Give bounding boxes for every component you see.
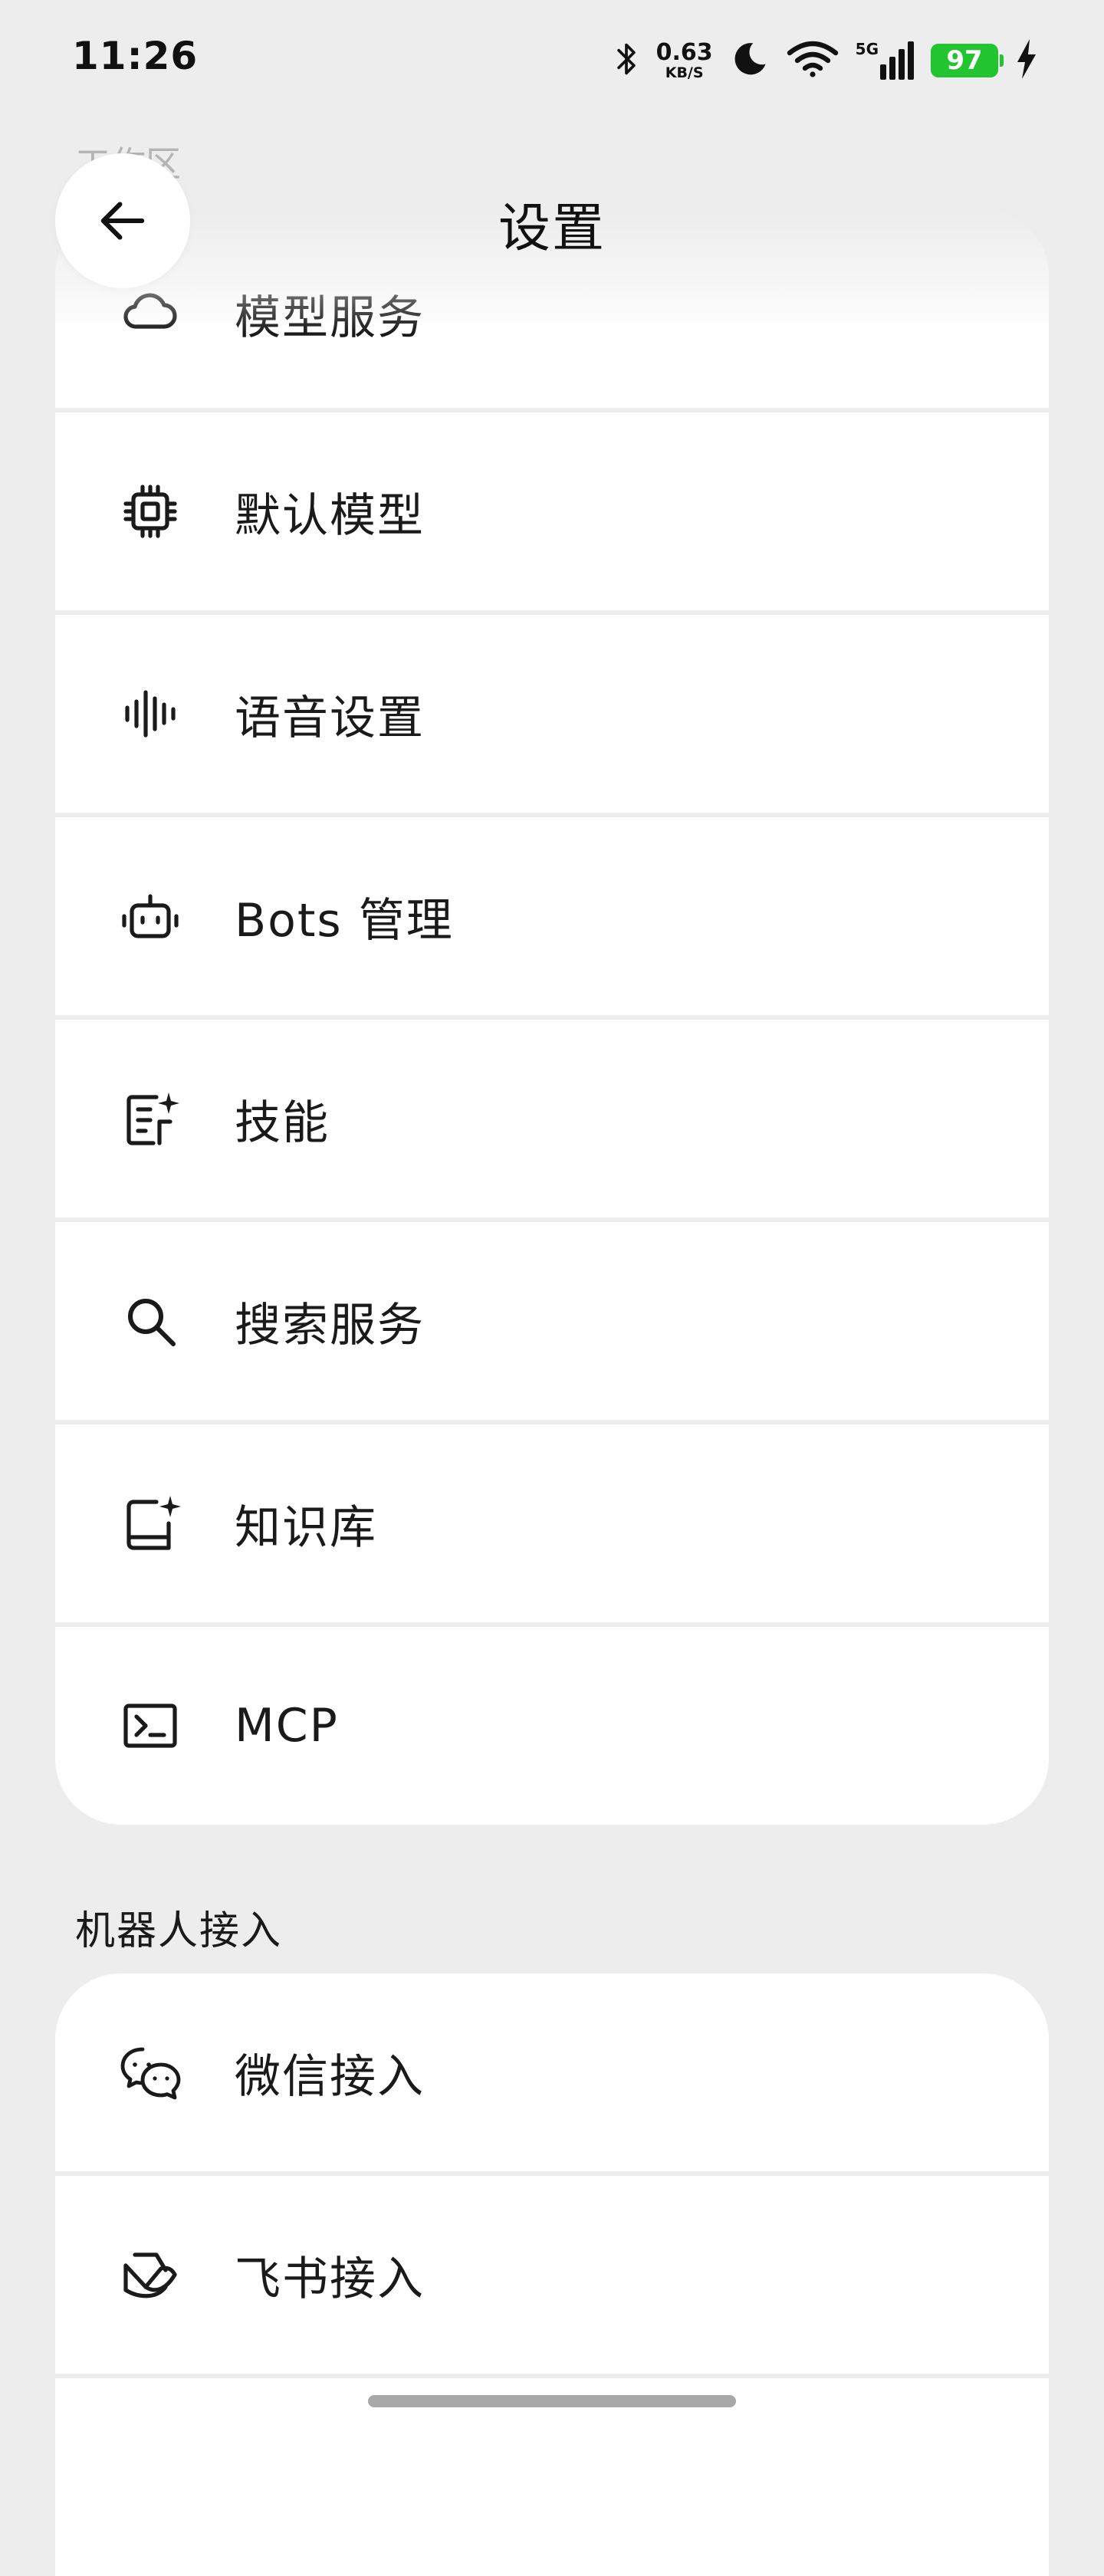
section-title-bot-integration: 机器人接入	[75, 1908, 283, 1954]
search-icon	[120, 1290, 181, 1352]
settings-item-wechat[interactable]: 微信接入	[55, 1973, 1049, 2171]
charging-bolt-icon	[1015, 39, 1038, 82]
settings-item-label: MCP	[235, 1699, 339, 1753]
audio-wave-icon	[120, 683, 181, 744]
settings-item-label: 微信接入	[235, 2049, 425, 2104]
status-icons: 0.63 KB/S 5G 97	[613, 37, 1038, 84]
settings-item-feishu[interactable]: 飞书接入	[55, 2176, 1049, 2374]
settings-item-voice[interactable]: 语音设置	[55, 615, 1049, 813]
chip-icon	[120, 481, 181, 542]
do-not-disturb-moon-icon	[730, 39, 770, 82]
settings-item-label: 模型服务	[235, 291, 425, 345]
settings-item-label: 默认模型	[235, 488, 425, 543]
bot-integration-card: 微信接入 飞书接入	[55, 1973, 1049, 2576]
settings-item-partial[interactable]	[55, 2378, 1049, 2576]
battery-indicator: 97	[931, 44, 1004, 77]
settings-card: 模型服务 默认模型 语音设置 Bots 管理 技能 搜索服务 知识库 MCP	[55, 210, 1049, 1825]
knowledge-book-icon	[120, 1493, 181, 1554]
terminal-icon	[120, 1695, 181, 1756]
wechat-icon	[120, 2042, 181, 2103]
arrow-left-icon	[100, 202, 145, 240]
settings-item-label: 搜索服务	[235, 1298, 425, 1352]
skill-sparkle-icon	[120, 1088, 181, 1149]
settings-item-search-service[interactable]: 搜索服务	[55, 1222, 1049, 1420]
network-speed: 0.63 KB/S	[656, 38, 713, 81]
settings-item-bots[interactable]: Bots 管理	[55, 817, 1049, 1015]
settings-item-label: 知识库	[235, 1500, 377, 1555]
signal-5g-icon: 5G	[856, 41, 914, 80]
back-button[interactable]	[55, 153, 190, 288]
settings-item-mcp[interactable]: MCP	[55, 1627, 1049, 1825]
bluetooth-icon	[613, 39, 639, 82]
wifi-icon	[787, 39, 839, 82]
settings-item-skills[interactable]: 技能	[55, 1020, 1049, 1217]
status-bar: 11:26 0.63 KB/S 5G 97	[0, 0, 1104, 123]
cloud-icon	[120, 281, 181, 342]
home-indicator[interactable]	[368, 2395, 736, 2407]
status-time: 11:26	[72, 34, 199, 78]
robot-icon	[120, 886, 181, 947]
settings-item-label: 技能	[235, 1096, 330, 1150]
settings-item-default-model[interactable]: 默认模型	[55, 412, 1049, 610]
settings-item-label: 语音设置	[235, 691, 425, 745]
feishu-icon	[120, 2244, 181, 2305]
settings-item-label: Bots 管理	[235, 893, 454, 948]
settings-item-knowledge-base[interactable]: 知识库	[55, 1424, 1049, 1622]
settings-item-label: 飞书接入	[235, 2252, 425, 2306]
